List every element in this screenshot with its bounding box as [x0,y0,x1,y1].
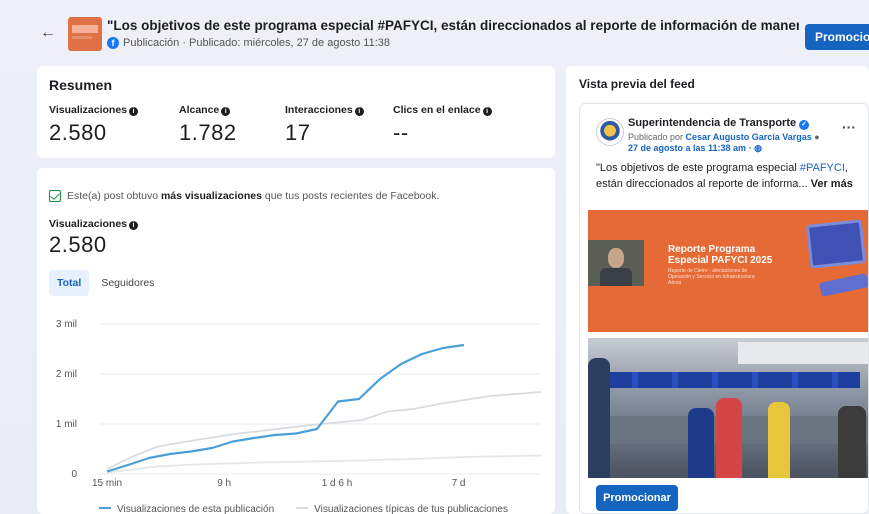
x-tick-label: 9 h [217,478,231,486]
legend-item-typical: Visualizaciones típicas de tus publicaci… [296,504,508,514]
see-more-link[interactable]: Ver más [811,178,853,190]
info-icon[interactable]: i [221,107,231,116]
summary-title: Resumen [49,77,113,93]
image-subtitle: Reporte de Cierre - afectaciones de Oper… [668,268,755,286]
summary-card: Resumen Visualizaciones i 2.580 Alcance i … [37,66,555,158]
metric-value: 1.782 [179,120,237,145]
series-line-this-post [106,343,465,473]
performance-notice: Este(a) post obtuvo más visualizaciones … [49,190,439,202]
metric-value: 17 [285,120,311,145]
chart-legend: Visualizaciones de esta publicación Visu… [99,504,508,514]
legend-label: Visualizaciones típicas de tus publicaci… [314,504,508,514]
image-title: Reporte Programa Especial PAFYCI 2025 [668,244,773,266]
metric-views: Visualizaciones i 2.580 [49,104,139,146]
x-tick-label: 7 d [452,478,466,486]
post-date[interactable]: 27 de agosto a las 11:38 am · ◍ [628,143,762,154]
x-tick-label: 15 min [92,478,122,486]
metric-interactions: Interacciones i 17 [285,104,364,146]
y-tick-label: 1 mil [56,419,77,430]
info-icon[interactable]: i [129,221,139,230]
y-tick-label: 2 mil [56,369,77,380]
views-value: 2.580 [49,232,107,257]
metric-label: Clics en el enlace [393,104,481,116]
more-options-icon[interactable]: ··· [842,119,856,135]
notice-text: Este(a) post obtuvo [67,190,161,202]
info-icon[interactable]: i [482,107,492,116]
metric-label: Visualizaciones [49,104,128,116]
post-thumbnail [68,17,102,51]
post-text-body: "Los objetivos de este programa especial [596,162,800,174]
page-name[interactable]: Superintendencia de Transporte ✓ [628,117,810,130]
promote-button[interactable]: Promocionar [805,24,869,50]
published-by: Publicado por Cesar Augusto García Varga… [628,132,820,142]
post-meta: f Publicación · Publicado: miércoles, 27… [107,37,390,49]
legend-label: Visualizaciones de esta publicación [117,504,275,514]
info-icon-small: ● [814,132,820,142]
notice-text-end: que tus posts recientes de Facebook. [261,190,440,202]
post-title: "Los objetivos de este programa especial… [107,18,799,33]
post-text: "Los objetivos de este programa especial… [596,160,864,192]
info-icon[interactable]: i [129,107,139,116]
info-icon[interactable]: i [354,107,364,116]
views-line-chart: 0 1 mil 2 mil 3 mil 15 min 9 h 1 d 6 h 7 d [56,319,542,486]
verified-badge-icon: ✓ [799,120,810,130]
metric-value: 2.580 [49,120,107,145]
feed-post-card: Superintendencia de Transporte ✓ Publicad… [579,103,869,514]
views-chart-card: Este(a) post obtuvo más visualizaciones … [37,168,555,514]
views-label: Visualizaciones i [49,218,139,230]
feed-preview-title: Vista previa del feed [579,77,695,91]
post-date-text[interactable]: 27 de agosto a las 11:38 am · [628,143,752,153]
legend-item-this-post: Visualizaciones de esta publicación [99,504,274,514]
y-tick-label: 3 mil [56,319,77,330]
chart-tabs: Total Seguidores [49,270,162,296]
author-link[interactable]: Cesar Augusto García Vargas [686,132,812,142]
by-prefix: Publicado por [628,132,686,142]
preview-promote-button[interactable]: Promocionar [596,485,678,511]
metric-label: Interacciones [285,104,353,116]
y-tick-label: 0 [71,469,77,480]
metric-value: -- [393,120,409,145]
x-tick-label: 1 d 6 h [322,478,353,486]
metric-reach: Alcance i 1.782 [179,104,237,146]
post-image-airport[interactable] [588,338,868,478]
views-label-text: Visualizaciones [49,218,128,230]
post-image-report[interactable]: Reporte Programa Especial PAFYCI 2025 Re… [588,196,868,338]
post-header: ← "Los objetivos de este programa especi… [0,0,869,62]
hashtag-link[interactable]: #PAFYCI [800,162,845,174]
post-meta-text: Publicación · Publicado: miércoles, 27 d… [123,37,391,49]
facebook-icon: f [107,37,119,49]
page-name-text[interactable]: Superintendencia de Transporte [628,117,796,129]
tab-followers[interactable]: Seguidores [93,270,162,296]
metric-label: Alcance [179,104,220,116]
trending-up-icon [49,190,61,202]
metric-link-clicks: Clics en el enlace i -- [393,104,492,146]
arrow-left-icon[interactable]: ← [40,24,56,42]
notice-bold: más visualizaciones [160,190,262,202]
series-line-baseline [106,454,542,474]
avatar[interactable] [596,118,624,146]
tab-total[interactable]: Total [49,270,90,296]
globe-icon: ◍ [754,143,762,153]
video-thumbnail [588,240,644,286]
monitor-illustration [805,219,867,269]
